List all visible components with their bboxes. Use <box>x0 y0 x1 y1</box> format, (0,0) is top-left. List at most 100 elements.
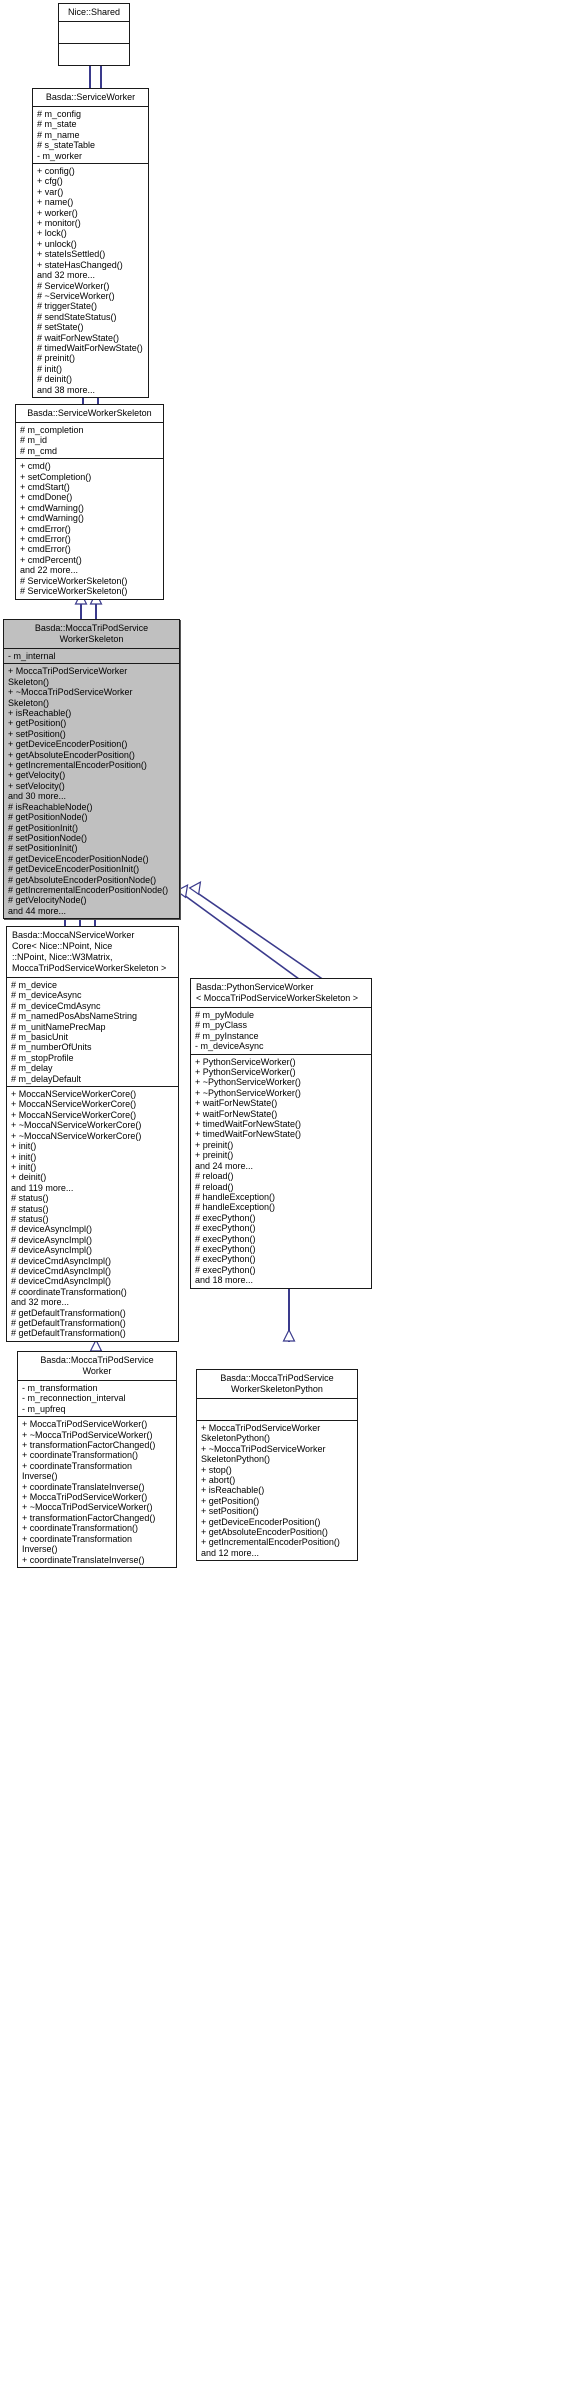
class-member: + getDeviceEncoderPosition() <box>201 1516 321 1527</box>
class-member: # sendStateStatus() <box>37 311 117 322</box>
class-title: Nice::Shared <box>59 4 129 22</box>
class-member: # deviceAsyncImpl() <box>11 1224 93 1235</box>
class-box-basda-moccatripodserviceworkerskeletonpython[interactable]: Basda::MoccaTriPodService WorkerSkeleton… <box>196 1369 358 1562</box>
class-member: and 30 more... <box>8 791 67 802</box>
class-member: # status() <box>11 1203 49 1214</box>
class-member: # m_completion <box>20 425 84 435</box>
class-member: # s_stateTable <box>37 140 96 151</box>
class-member: + preinit() <box>195 1150 234 1161</box>
class-member: + lock() <box>37 228 67 239</box>
class-member: # deviceCmdAsyncImpl() <box>11 1276 112 1287</box>
class-member: # m_deviceAsync <box>11 990 82 1001</box>
class-member: # m_unitNamePrecMap <box>11 1021 106 1032</box>
class-member: # m_id <box>20 435 48 446</box>
class-attributes: # m_device # m_deviceAsync # m_deviceCmdAs… <box>7 978 178 1088</box>
class-operations: + MoccaNServiceWorkerCore() + MoccaNServi… <box>7 1087 178 1341</box>
class-box-basda-serviceworkerskeleton[interactable]: Basda::ServiceWorkerSkeleton # m_complet… <box>15 404 164 600</box>
class-title: Basda::MoccaTriPodService WorkerSkeleton <box>4 620 179 649</box>
class-member: + transformationFactorChanged() <box>22 1440 156 1451</box>
class-member: + var() <box>37 186 64 197</box>
class-member: # m_pyInstance <box>195 1030 259 1041</box>
class-member: Skeleton() <box>8 676 50 687</box>
class-member: # m_name <box>37 129 80 140</box>
class-member: # getIncrementalEncoderPositionNode() <box>8 884 169 895</box>
class-member: + timedWaitForNewState() <box>195 1119 301 1130</box>
class-member: # deviceAsyncImpl() <box>11 1245 93 1256</box>
class-member: - m_reconnection_interval <box>22 1393 126 1404</box>
class-member: # getDeviceEncoderPositionNode() <box>8 853 149 864</box>
class-member: # m_delay <box>11 1063 53 1074</box>
class-operations <box>59 44 129 65</box>
class-member: - m_upfreq <box>22 1403 66 1414</box>
class-member: Inverse() <box>22 1471 58 1482</box>
class-member: # getDefaultTransformation() <box>11 1307 126 1318</box>
class-member: # init() <box>37 363 63 374</box>
class-attributes: # m_pyModule # m_pyClass # m_pyInstance - m… <box>191 1008 371 1055</box>
class-member: + cmdError() <box>20 523 71 534</box>
class-member: + getPosition() <box>8 718 67 729</box>
class-member: # isReachableNode() <box>8 801 93 812</box>
class-box-nice-shared[interactable]: Nice::Shared <box>58 3 130 66</box>
class-member: + setCompletion() <box>20 471 92 482</box>
class-member: # reload() <box>195 1181 234 1192</box>
class-member: + waitForNewState() <box>195 1108 278 1119</box>
class-member: # m_pyClass <box>195 1020 248 1031</box>
class-title: Basda::ServiceWorker <box>33 89 148 107</box>
class-operations: + MoccaTriPodServiceWorker() + ~MoccaTriP… <box>18 1417 176 1567</box>
class-member: and 32 more... <box>11 1297 70 1308</box>
class-member: # triggerState() <box>37 301 98 312</box>
class-attributes: - m_transformation - m_reconnection_inter… <box>18 1381 176 1418</box>
class-member: and 32 more... <box>37 270 96 281</box>
class-member: + PythonServiceWorker() <box>195 1056 296 1067</box>
class-box-basda-moccatripodserviceworker[interactable]: Basda::MoccaTriPodService Worker - m_tra… <box>17 1351 177 1568</box>
uml-inheritance-diagram: Nice::Shared Basda::ServiceWorker # m_co… <box>0 0 571 2401</box>
class-box-basda-moccatripodserviceworkerskeleton[interactable]: Basda::MoccaTriPodService WorkerSkeleton… <box>3 619 180 920</box>
class-member: # m_namedPosAbsNameString <box>11 1011 138 1022</box>
class-member: # deviceCmdAsyncImpl() <box>11 1265 112 1276</box>
class-member: and 119 more... <box>11 1182 74 1193</box>
class-member: and 44 more... <box>8 905 67 916</box>
class-member: + getIncrementalEncoderPosition() <box>201 1537 340 1548</box>
class-member: # m_cmd <box>20 445 58 456</box>
class-member: + ~MoccaNServiceWorkerCore() <box>11 1130 142 1141</box>
class-member: + cmdWarning() <box>20 502 84 513</box>
class-member: # handleException() <box>195 1202 276 1213</box>
class-member: + transformationFactorChanged() <box>22 1512 156 1523</box>
class-member: + PythonServiceWorker() <box>195 1067 296 1078</box>
class-member: SkeletonPython() <box>201 1433 271 1444</box>
class-member: # ServiceWorkerSkeleton() <box>20 575 128 586</box>
class-title: Basda::MoccaNServiceWorker Core< Nice::N… <box>7 927 178 978</box>
class-member: # m_config <box>37 109 82 119</box>
class-member: + waitForNewState() <box>195 1098 278 1109</box>
class-member: # setPositionInit() <box>8 843 78 854</box>
class-member: + getDeviceEncoderPosition() <box>8 739 128 750</box>
class-member: + name() <box>37 197 74 208</box>
class-member: # m_state <box>37 119 77 130</box>
class-member: + stop() <box>201 1464 232 1475</box>
class-attributes: # m_config # m_state # m_name # s_stateTabl… <box>33 107 148 165</box>
class-member: + monitor() <box>37 218 81 229</box>
class-member: + timedWaitForNewState() <box>195 1129 301 1140</box>
class-member: # deviceCmdAsyncImpl() <box>11 1255 112 1266</box>
class-member: + cmdDone() <box>20 492 73 503</box>
class-box-basda-serviceworker[interactable]: Basda::ServiceWorker # m_config # m_state… <box>32 88 149 398</box>
class-box-basda-moccanserviceworkercore[interactable]: Basda::MoccaNServiceWorker Core< Nice::N… <box>6 926 179 1342</box>
class-member: + coordinateTransformation <box>22 1533 132 1544</box>
class-member: + MoccaTriPodServiceWorker <box>8 666 128 677</box>
class-member: # setPositionNode() <box>8 832 88 843</box>
class-member: + worker() <box>37 207 78 218</box>
class-member: # m_stopProfile <box>11 1052 74 1063</box>
class-member: # preinit() <box>37 353 76 364</box>
class-box-basda-pythonserviceworker[interactable]: Basda::PythonServiceWorker < MoccaTriPod… <box>190 978 372 1289</box>
class-member: + MoccaNServiceWorkerCore() <box>11 1099 137 1110</box>
class-member: + isReachable() <box>8 708 72 719</box>
class-member: + ~PythonServiceWorker() <box>195 1077 301 1088</box>
class-member: # getVelocityNode() <box>8 895 87 906</box>
arrowhead-python-down <box>282 1328 296 1342</box>
class-member: # execPython() <box>195 1243 256 1254</box>
class-member: # m_numberOfUnits <box>11 1042 92 1053</box>
class-member: + getIncrementalEncoderPosition() <box>8 760 147 771</box>
class-member: + config() <box>37 166 75 177</box>
class-member: # reload() <box>195 1171 234 1182</box>
class-member: # execPython() <box>195 1233 256 1244</box>
